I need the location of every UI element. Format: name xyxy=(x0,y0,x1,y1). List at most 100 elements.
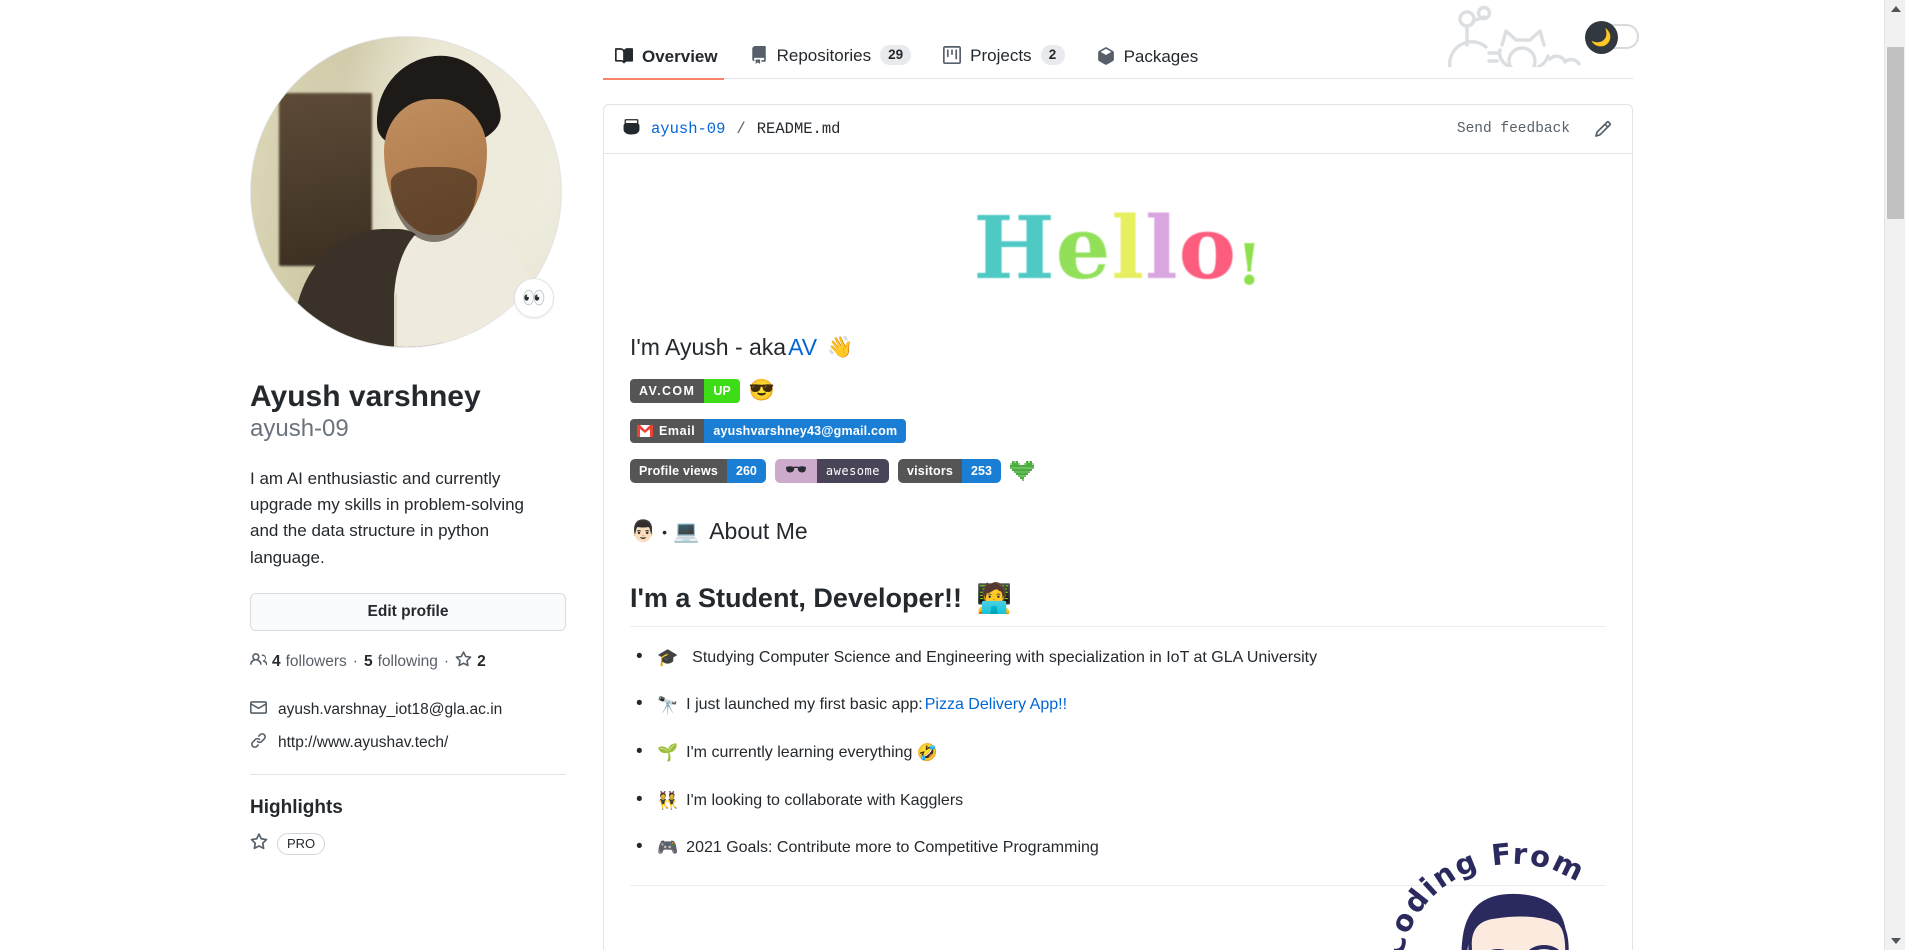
star-icon xyxy=(455,651,472,673)
readme-actions: Send feedback xyxy=(1457,120,1612,138)
visitors-badge-label: visitors xyxy=(897,458,963,483)
av-link[interactable]: AV xyxy=(788,333,817,363)
laptop-icon: 💻 xyxy=(673,520,700,544)
tab-repositories-count: 29 xyxy=(880,45,912,65)
dancers-icon: 👯 xyxy=(657,790,679,810)
octocat-doodle-icon xyxy=(1448,5,1581,67)
stars-link[interactable]: 2 xyxy=(455,651,486,673)
readme-path-slash: / xyxy=(736,120,746,138)
intro-heading-prefix: I'm Ayush - aka xyxy=(630,334,787,360)
highlights-title: Highlights xyxy=(250,796,343,818)
profile-views-badge-value: 260 xyxy=(727,458,766,483)
scroll-up-arrow[interactable] xyxy=(1885,0,1905,18)
octocat-icon xyxy=(623,118,640,140)
tab-overview[interactable]: Overview xyxy=(603,46,738,80)
profile-page: Overview Repositories 29 Projects 2 Pack… xyxy=(0,0,1884,950)
tab-repositories[interactable]: Repositories 29 xyxy=(738,45,932,79)
following-count: 5 xyxy=(363,652,373,670)
status-emoji-badge[interactable]: 👀 xyxy=(514,278,554,318)
readme-header: ayush-09 / README.md Send feedback xyxy=(604,105,1632,154)
followers-count: 4 xyxy=(272,652,281,670)
stats-separator-2: · xyxy=(443,652,450,670)
contact-website-text: http://www.ayushav.tech/ xyxy=(278,733,449,751)
av-com-badge[interactable]: AV.COM UP xyxy=(630,378,740,403)
awesome-badge[interactable]: awesome xyxy=(774,458,889,483)
wave-hand-icon: 👋 xyxy=(827,336,854,360)
badge-row-3: Profile views 260 awesome visitors 253 xyxy=(630,458,1606,483)
readme-breadcrumb: ayush-09 / README.md xyxy=(623,118,840,140)
sidebar-divider xyxy=(250,773,566,775)
seedling-icon: 🌱 xyxy=(657,743,679,763)
sunglasses-face-icon: 😎 xyxy=(748,379,775,403)
technologist-icon: 🧑‍💻 xyxy=(975,582,1013,615)
readme-body: Hello! I'm Ayush - aka AV 👋 AV.COM UP 😎 xyxy=(604,154,1632,886)
theme-toggle-area: 🌙 xyxy=(1445,5,1639,67)
profile-bio: I am AI enthusiastic and currently upgra… xyxy=(250,468,525,567)
readme-card: ayush-09 / README.md Send feedback Hello… xyxy=(603,104,1633,950)
page-scrollbar[interactable] xyxy=(1884,0,1905,950)
hello-letter-l2: l xyxy=(1145,198,1179,299)
rofl-face-icon: 🤣 xyxy=(916,743,938,763)
email-badge[interactable]: Email ayushvarshney43@gmail.com xyxy=(630,418,907,443)
package-icon xyxy=(1097,47,1115,65)
visitors-badge-value: 253 xyxy=(962,458,1001,483)
gmail-icon xyxy=(637,424,653,437)
profile-stats: 4 followers · 5 following · 2 xyxy=(250,651,566,673)
highlight-star-icon xyxy=(250,833,268,856)
hello-letter-l1: l xyxy=(1111,198,1145,299)
scroll-down-arrow[interactable] xyxy=(1885,932,1905,950)
visitors-badge[interactable]: visitors 253 xyxy=(897,458,1001,483)
bullets-divider xyxy=(630,884,1606,886)
pro-badge[interactable]: PRO xyxy=(277,833,326,856)
tab-projects-label: Projects xyxy=(970,45,1032,65)
scrollbar-thumb[interactable] xyxy=(1887,47,1904,219)
telescope-icon: 🔭 xyxy=(657,695,679,715)
profile-username: ayush-09 xyxy=(250,414,349,442)
mail-icon xyxy=(250,699,267,721)
about-me-heading-text: About Me xyxy=(709,517,808,544)
profile-views-badge[interactable]: Profile views 260 xyxy=(630,458,766,483)
about-bullet-list: 🎓 Studying Computer Science and Engineer… xyxy=(630,646,1606,859)
contact-email[interactable]: ayush.varshnay_iot18@gla.ac.in xyxy=(250,699,566,721)
readme-file-name[interactable]: README.md xyxy=(757,120,841,138)
readme-repo-name[interactable]: ayush-09 xyxy=(651,120,725,138)
bullet-text-2: I'm currently learning everything xyxy=(686,743,913,761)
followers-link[interactable]: 4 followers xyxy=(250,651,347,673)
tab-overview-label: Overview xyxy=(642,46,718,66)
tab-projects-count: 2 xyxy=(1040,45,1065,65)
dark-mode-toggle[interactable]: 🌙 xyxy=(1585,21,1639,54)
repo-icon xyxy=(750,46,768,64)
badge-row-2: Email ayushvarshney43@gmail.com xyxy=(630,418,1606,443)
following-link[interactable]: 5 following xyxy=(364,653,438,671)
hello-letter-bang: ! xyxy=(1237,232,1263,298)
intro-heading: I'm Ayush - aka AV 👋 xyxy=(630,333,1606,363)
moon-icon: 🌙 xyxy=(1585,21,1618,54)
list-item: 🔭 I just launched my first basic app: Pi… xyxy=(630,693,1606,716)
list-item: 👯 I'm looking to collaborate with Kaggle… xyxy=(630,789,1606,812)
contact-website[interactable]: http://www.ayushav.tech/ xyxy=(250,732,566,754)
contact-list: ayush.varshnay_iot18@gla.ac.in http://ww… xyxy=(250,699,566,754)
list-item: 🎓 Studying Computer Science and Engineer… xyxy=(630,646,1606,669)
people-icon xyxy=(250,651,268,673)
email-badge-label: Email xyxy=(659,423,696,438)
avatar-wrapper: 👀 xyxy=(250,36,562,348)
developer-heading-text: I'm a Student, Developer!! xyxy=(630,582,962,613)
pizza-delivery-app-link[interactable]: Pizza Delivery App!! xyxy=(925,694,1067,716)
tab-projects[interactable]: Projects 2 xyxy=(931,45,1084,79)
profile-views-badge-label: Profile views xyxy=(630,458,728,483)
edit-profile-button[interactable]: Edit profile xyxy=(250,592,566,631)
av-com-badge-label: AV.COM xyxy=(630,378,705,403)
about-me-heading: 👨🏻 • 💻 About Me xyxy=(630,517,1606,547)
send-feedback-link[interactable]: Send feedback xyxy=(1457,121,1570,137)
bullet-text-0: Studying Computer Science and Engineerin… xyxy=(692,648,1318,666)
developer-heading: I'm a Student, Developer!! 🧑‍💻 xyxy=(630,583,1606,627)
awesome-badge-value: awesome xyxy=(816,458,889,483)
link-icon xyxy=(250,732,267,754)
bullet-text-1: I just launched my first basic app: xyxy=(686,696,923,714)
tab-packages[interactable]: Packages xyxy=(1085,47,1219,79)
sunglasses-icon xyxy=(785,466,806,473)
bullet-text-3: I'm looking to collaborate with Kagglers xyxy=(686,791,964,809)
pencil-icon[interactable] xyxy=(1594,120,1612,138)
bullet-text-4: 2021 Goals: Contribute more to Competiti… xyxy=(686,839,1099,857)
about-heading-dot: • xyxy=(662,523,668,540)
